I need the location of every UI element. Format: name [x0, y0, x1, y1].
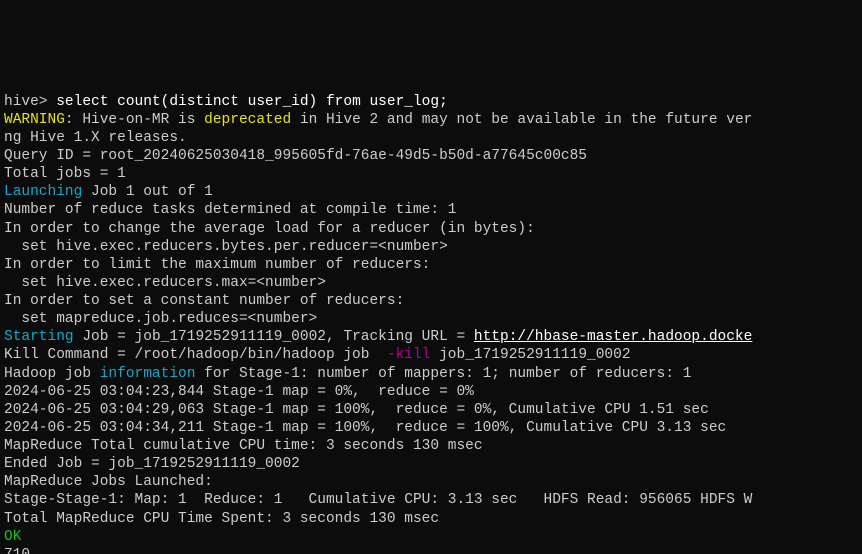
kill-cmd-b: job_1719252911119_0002 — [430, 347, 630, 363]
warning-text-1b: in Hive 2 and may not be available in th… — [291, 112, 752, 128]
hadoop-job-a: Hadoop job — [4, 366, 100, 382]
hadoop-job-rest: for Stage-1: number of mappers: 1; numbe… — [195, 366, 691, 382]
progress-line-3: 2024-06-25 03:04:34,211 Stage-1 map = 10… — [4, 420, 726, 436]
starting-rest: Job = job_1719252911119_0002, Tracking U… — [74, 329, 474, 345]
const-reducers-line: In order to set a constant number of red… — [4, 293, 404, 309]
query-id-line: Query ID = root_20240625030418_995605fd-… — [4, 148, 587, 164]
deprecated-keyword: deprecated — [204, 112, 291, 128]
ended-job-line: Ended Job = job_1719252911119_0002 — [4, 456, 300, 472]
jobs-launched-line: MapReduce Jobs Launched: — [4, 474, 213, 490]
kill-cmd-a: Kill Command = /root/hadoop/bin/hadoop j… — [4, 347, 387, 363]
progress-line-1: 2024-06-25 03:04:23,844 Stage-1 map = 0%… — [4, 384, 474, 400]
reduce-tasks-line: Number of reduce tasks determined at com… — [4, 202, 456, 218]
stage-summary-line: Stage-Stage-1: Map: 1 Reduce: 1 Cumulati… — [4, 492, 752, 508]
sql-query: select count(distinct user_id) from user… — [56, 94, 448, 110]
set-bytes-line: set hive.exec.reducers.bytes.per.reducer… — [4, 239, 448, 255]
launching-rest: Job 1 out of 1 — [82, 184, 213, 200]
warning-label: WARNING — [4, 112, 65, 128]
ok-status: OK — [4, 529, 21, 545]
information-keyword: information — [100, 366, 196, 382]
launching-keyword: Launching — [4, 184, 82, 200]
mr-total-line: MapReduce Total cumulative CPU time: 3 s… — [4, 438, 483, 454]
starting-keyword: Starting — [4, 329, 74, 345]
hive-prompt: hive> — [4, 94, 56, 110]
terminal-output: hive> select count(distinct user_id) fro… — [0, 91, 862, 554]
set-const-line: set mapreduce.job.reduces=<number> — [4, 311, 317, 327]
warning-text-2: ng Hive 1.X releases. — [4, 130, 187, 146]
warning-text-1a: : Hive-on-MR is — [65, 112, 204, 128]
query-result: 710 — [4, 547, 30, 554]
total-spent-line: Total MapReduce CPU Time Spent: 3 second… — [4, 511, 439, 527]
total-jobs-line: Total jobs = 1 — [4, 166, 126, 182]
avg-load-line: In order to change the average load for … — [4, 221, 535, 237]
progress-line-2: 2024-06-25 03:04:29,063 Stage-1 map = 10… — [4, 402, 709, 418]
max-reducers-line: In order to limit the maximum number of … — [4, 257, 430, 273]
tracking-url[interactable]: http://hbase-master.hadoop.docke — [474, 329, 752, 345]
kill-flag: -kill — [387, 347, 431, 363]
set-max-line: set hive.exec.reducers.max=<number> — [4, 275, 326, 291]
